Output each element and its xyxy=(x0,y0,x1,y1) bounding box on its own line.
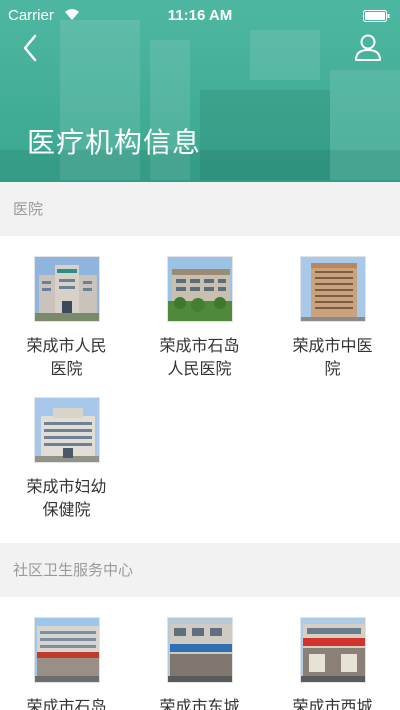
status-bar: Carrier 11:16 AM xyxy=(0,0,400,30)
hospital-item[interactable]: 荣成市中医院 xyxy=(266,256,399,380)
section-header-hospitals: 医院 xyxy=(0,182,400,236)
hospital-item[interactable]: 荣成市人民医院 xyxy=(0,256,133,380)
header-banner: Carrier 11:16 AM 医疗机构信息 xyxy=(0,0,400,182)
hospital-name: 荣成市石岛人民医院 xyxy=(159,336,240,378)
community-center-photo xyxy=(299,617,366,683)
user-button[interactable] xyxy=(352,31,384,63)
section-header-community-centers: 社区卫生服务中心 xyxy=(0,543,400,597)
community-center-item[interactable]: 荣成市石岛 xyxy=(0,617,133,710)
chevron-left-icon xyxy=(23,34,37,62)
community-center-item[interactable]: 荣成市东城 xyxy=(133,617,266,710)
hospital-photo xyxy=(33,256,100,322)
community-center-name: 荣成市西城 xyxy=(292,697,373,710)
status-time: 11:16 AM xyxy=(167,7,233,24)
battery-icon xyxy=(363,10,390,22)
community-center-photo xyxy=(166,617,233,683)
hospital-photo xyxy=(299,256,366,322)
hospital-item[interactable]: 荣成市妇幼保健院 xyxy=(0,397,133,521)
user-icon xyxy=(355,34,381,61)
community-center-name: 荣成市东城 xyxy=(159,697,240,710)
hospital-item[interactable]: 荣成市石岛人民医院 xyxy=(133,256,266,380)
hospital-photo xyxy=(33,397,100,463)
hospital-name: 荣成市人民医院 xyxy=(26,336,107,378)
hospital-name: 荣成市中医院 xyxy=(292,336,373,378)
community-center-item[interactable]: 荣成市西城 xyxy=(266,617,399,710)
community-center-name: 荣成市石岛 xyxy=(26,697,107,710)
community-center-photo xyxy=(33,617,100,683)
page-title: 医疗机构信息 xyxy=(27,126,202,159)
hospital-photo xyxy=(166,256,233,322)
hospital-name: 荣成市妇幼保健院 xyxy=(26,477,107,519)
back-button[interactable] xyxy=(14,32,46,64)
